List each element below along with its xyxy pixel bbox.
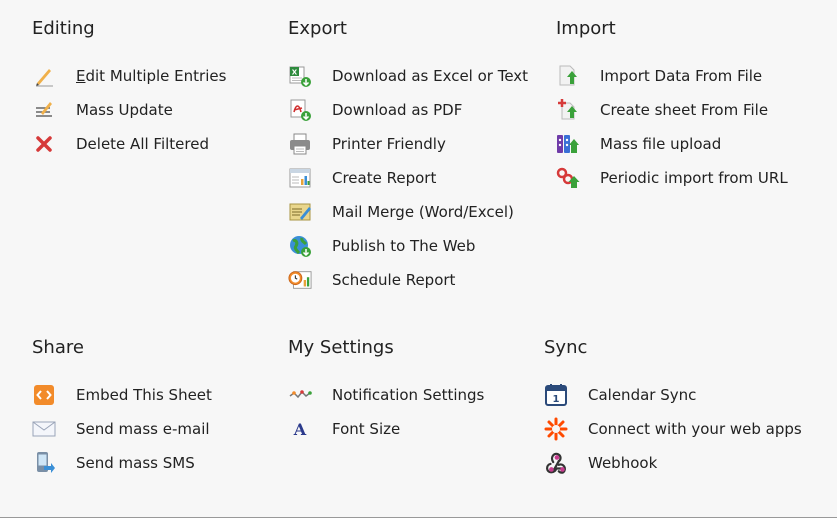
mass-file-upload-label: Mass file upload <box>600 135 722 153</box>
periodic-import-url-label: Periodic import from URL <box>600 169 788 187</box>
mass-upload-icon <box>556 132 580 156</box>
webhook-label: Webhook <box>588 454 658 472</box>
section-editing: Editing Edit Multiple Entries Mass Updat… <box>32 18 226 161</box>
mail-merge-icon <box>288 200 312 224</box>
delete-all-filtered-button[interactable]: Delete All Filtered <box>32 127 226 161</box>
webhook-button[interactable]: Webhook <box>544 446 802 480</box>
font-size-label: Font Size <box>332 420 401 438</box>
printer-friendly-button[interactable]: Printer Friendly <box>288 127 528 161</box>
mass-file-upload-button[interactable]: Mass file upload <box>556 127 788 161</box>
section-title-settings: My Settings <box>288 337 394 358</box>
edit-multiple-entries-label: Edit Multiple Entries <box>76 67 227 85</box>
printer-icon <box>288 132 312 156</box>
url-import-icon <box>556 166 580 190</box>
notification-icon <box>288 383 312 407</box>
delete-icon <box>32 132 56 156</box>
calendar-icon: 1 <box>544 383 568 407</box>
create-sheet-from-file-button[interactable]: Create sheet From File <box>556 93 788 127</box>
section-sync: Sync 1 Calendar Sync Connect with your w… <box>544 337 802 480</box>
create-report-label: Create Report <box>332 169 437 187</box>
pdf-icon <box>288 98 312 122</box>
connect-web-apps-label: Connect with your web apps <box>588 420 802 438</box>
send-mass-email-button[interactable]: Send mass e-mail <box>32 412 212 446</box>
schedule-icon <box>288 268 312 292</box>
report-icon <box>288 166 312 190</box>
connect-web-apps-button[interactable]: Connect with your web apps <box>544 412 802 446</box>
calendar-sync-button[interactable]: 1 Calendar Sync <box>544 378 802 412</box>
notification-settings-label: Notification Settings <box>332 386 485 404</box>
section-settings: My Settings Notification Settings A Font… <box>288 337 484 446</box>
create-sheet-icon <box>556 98 580 122</box>
embed-icon <box>32 383 56 407</box>
excel-icon: X <box>288 64 312 88</box>
webhook-icon <box>544 451 568 475</box>
mass-update-label: Mass Update <box>76 101 173 119</box>
envelope-icon <box>32 417 56 441</box>
schedule-report-label: Schedule Report <box>332 271 456 289</box>
create-report-button[interactable]: Create Report <box>288 161 528 195</box>
download-excel-label: Download as Excel or Text <box>332 67 529 85</box>
mass-update-icon <box>32 98 56 122</box>
mass-update-button[interactable]: Mass Update <box>32 93 226 127</box>
edit-multiple-entries-button[interactable]: Edit Multiple Entries <box>32 59 226 93</box>
send-mass-sms-button[interactable]: Send mass SMS <box>32 446 212 480</box>
publish-web-label: Publish to The Web <box>332 237 476 255</box>
mail-merge-label: Mail Merge (Word/Excel) <box>332 203 514 221</box>
publish-web-button[interactable]: Publish to The Web <box>288 229 528 263</box>
section-share: Share Embed This Sheet Send mass e-mail <box>32 337 212 480</box>
section-title-import: Import <box>556 18 616 39</box>
printer-friendly-label: Printer Friendly <box>332 135 446 153</box>
section-export: Export X Download as Excel or Text Downl… <box>288 18 528 297</box>
section-import: Import Import Data From File Create shee… <box>556 18 788 195</box>
svg-text:X: X <box>292 69 298 77</box>
section-title-sync: Sync <box>544 337 588 358</box>
import-data-from-file-button[interactable]: Import Data From File <box>556 59 788 93</box>
schedule-report-button[interactable]: Schedule Report <box>288 263 528 297</box>
download-pdf-button[interactable]: Download as PDF <box>288 93 528 127</box>
section-title-export: Export <box>288 18 347 39</box>
section-title-share: Share <box>32 337 84 358</box>
font-icon: A <box>288 417 312 441</box>
send-mass-email-label: Send mass e-mail <box>76 420 210 438</box>
delete-all-filtered-label: Delete All Filtered <box>76 135 209 153</box>
calendar-sync-label: Calendar Sync <box>588 386 697 404</box>
calendar-day: 1 <box>553 394 560 405</box>
embed-sheet-label: Embed This Sheet <box>76 386 212 404</box>
pencil-icon <box>32 64 56 88</box>
zapier-icon <box>544 417 568 441</box>
notification-settings-button[interactable]: Notification Settings <box>288 378 484 412</box>
download-pdf-label: Download as PDF <box>332 101 463 119</box>
download-excel-button[interactable]: X Download as Excel or Text <box>288 59 528 93</box>
mail-merge-button[interactable]: Mail Merge (Word/Excel) <box>288 195 528 229</box>
section-title-editing: Editing <box>32 18 95 39</box>
phone-icon <box>32 451 56 475</box>
import-data-from-file-label: Import Data From File <box>600 67 763 85</box>
globe-icon <box>288 234 312 258</box>
send-mass-sms-label: Send mass SMS <box>76 454 195 472</box>
svg-text:A: A <box>293 420 307 439</box>
periodic-import-url-button[interactable]: Periodic import from URL <box>556 161 788 195</box>
create-sheet-from-file-label: Create sheet From File <box>600 101 769 119</box>
embed-sheet-button[interactable]: Embed This Sheet <box>32 378 212 412</box>
import-file-icon <box>556 64 580 88</box>
font-size-button[interactable]: A Font Size <box>288 412 484 446</box>
